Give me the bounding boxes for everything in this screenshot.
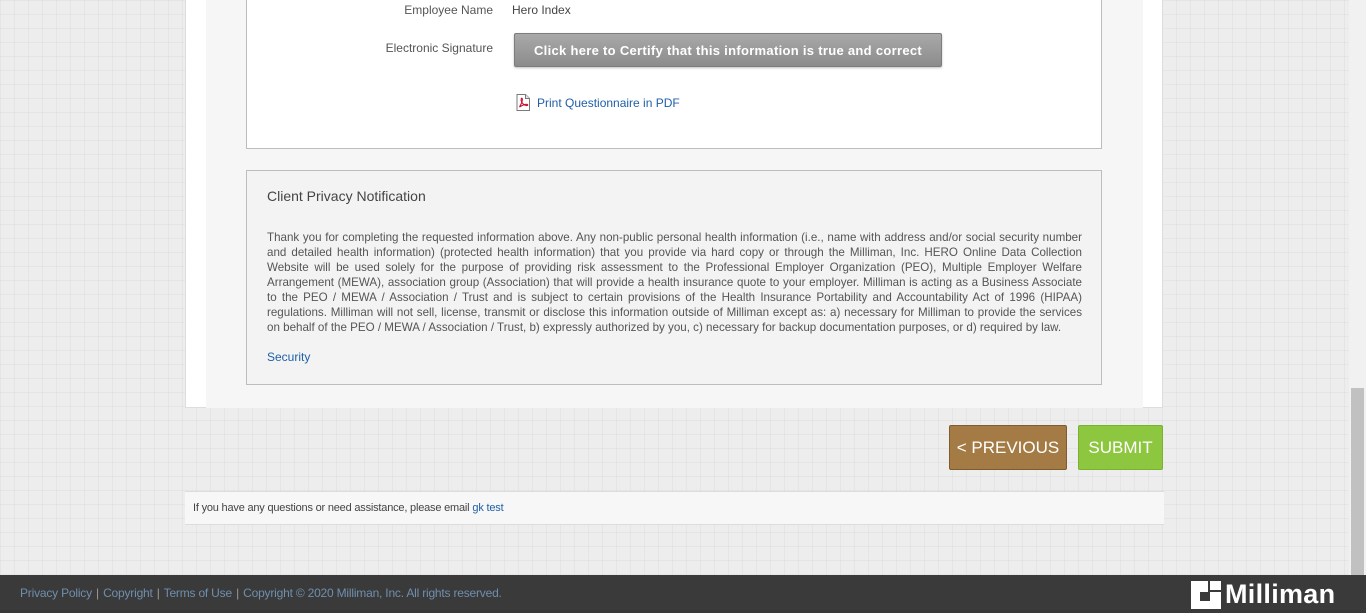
help-email-link[interactable]: gk test — [472, 502, 503, 514]
print-pdf-link[interactable]: Print Questionnaire in PDF — [515, 94, 680, 111]
terms-of-use-link[interactable]: Terms of Use — [164, 586, 232, 600]
milliman-logo-text: Milliman — [1225, 579, 1336, 609]
security-link[interactable]: Security — [267, 350, 310, 364]
copyright-notice: Copyright © 2020 Milliman, Inc. All righ… — [243, 586, 502, 600]
copyright-link[interactable]: Copyright — [103, 586, 153, 600]
scrollbar-thumb[interactable] — [1351, 388, 1364, 575]
employee-form-box — [246, 0, 1102, 149]
privacy-body-text: Thank you for completing the requested i… — [267, 231, 1082, 334]
electronic-signature-label: Electronic Signature — [385, 41, 493, 55]
pdf-icon — [516, 94, 530, 111]
print-pdf-label[interactable]: Print Questionnaire in PDF — [537, 96, 680, 110]
privacy-policy-link[interactable]: Privacy Policy — [20, 586, 92, 600]
page-scrollbar[interactable] — [1349, 0, 1366, 575]
help-bar: If you have any questions or need assist… — [185, 491, 1164, 525]
employee-name-value: Hero Index — [512, 3, 571, 17]
certify-button[interactable]: Click here to Certify that this informat… — [514, 33, 942, 67]
footer-separator: | — [156, 586, 160, 600]
previous-button[interactable]: < PREVIOUS — [949, 425, 1067, 470]
employee-name-label: Employee Name — [404, 3, 493, 17]
milliman-logo: Milliman — [1191, 579, 1335, 610]
footer-links: Privacy Policy | Copyright | Terms of Us… — [20, 586, 502, 600]
privacy-notification-box: Client Privacy Notification Thank you fo… — [246, 170, 1102, 385]
help-text: If you have any questions or need assist… — [193, 502, 470, 514]
footer-separator: | — [96, 586, 99, 600]
milliman-logo-mark — [1191, 580, 1221, 609]
footer-separator: | — [236, 586, 239, 600]
submit-button[interactable]: SUBMIT — [1078, 425, 1163, 470]
privacy-title: Client Privacy Notification — [267, 188, 426, 204]
page-footer: Privacy Policy | Copyright | Terms of Us… — [0, 575, 1366, 613]
